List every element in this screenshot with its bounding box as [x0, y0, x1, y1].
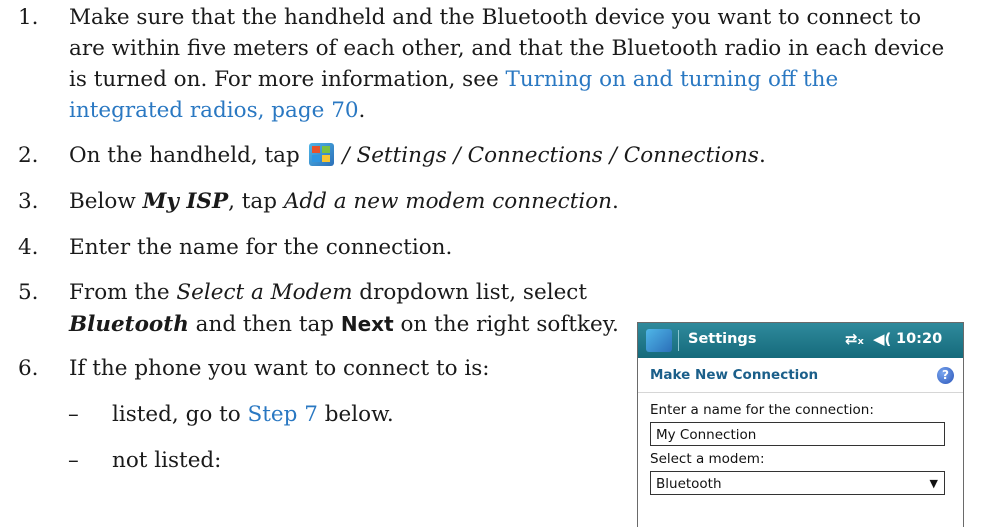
cross-reference-link[interactable]: Turning on and turning off the	[506, 67, 839, 92]
step-number: 5.	[18, 280, 39, 305]
document-page: 1. Make sure that the handheld and the B…	[0, 0, 995, 527]
step-text-line: integrated radios, page 70.	[69, 98, 366, 123]
step-7-link[interactable]: Step 7	[248, 402, 318, 427]
device-screenshot: Settings ⇄ₓ ◀( 10:20 Make New Connection…	[637, 322, 964, 527]
page-title: Make New Connection	[650, 367, 819, 383]
step-number: 3.	[18, 189, 39, 214]
title-separator	[678, 330, 679, 351]
connectivity-icon[interactable]: ⇄ₓ	[845, 330, 864, 348]
step-number: 4.	[18, 235, 39, 260]
modem-select[interactable]: Bluetooth ▼	[650, 471, 945, 495]
step-text: are within five meters of each other, an…	[69, 36, 945, 61]
volume-icon[interactable]: ◀(	[873, 330, 891, 348]
connection-name-input[interactable]: My Connection	[650, 422, 945, 446]
step-number: 1.	[18, 5, 39, 30]
step-number: 2.	[18, 143, 39, 168]
clock[interactable]: 10:20	[896, 331, 942, 347]
step-text: Enter the name for the connection.	[69, 235, 453, 260]
step-text: Make sure that the handheld and the Blue…	[69, 5, 922, 30]
page-header: Make New Connection ?	[638, 358, 963, 393]
windows-start-icon	[308, 143, 334, 166]
cross-reference-link[interactable]: integrated radios, page 70	[69, 98, 359, 123]
step-number: 6.	[18, 356, 39, 381]
chevron-down-icon[interactable]: ▼	[930, 472, 938, 496]
step-text: If the phone you want to connect to is:	[69, 356, 490, 381]
name-label: Enter a name for the connection:	[650, 402, 874, 418]
windows-start-icon[interactable]	[646, 329, 672, 352]
step-text-line: is turned on. For more information, see …	[69, 67, 839, 92]
app-title: Settings	[688, 331, 757, 347]
title-bar: Settings ⇄ₓ ◀( 10:20	[638, 323, 963, 358]
softkey-label: Next	[340, 312, 394, 336]
modem-label: Select a modem:	[650, 451, 765, 467]
help-icon[interactable]: ?	[937, 367, 954, 384]
